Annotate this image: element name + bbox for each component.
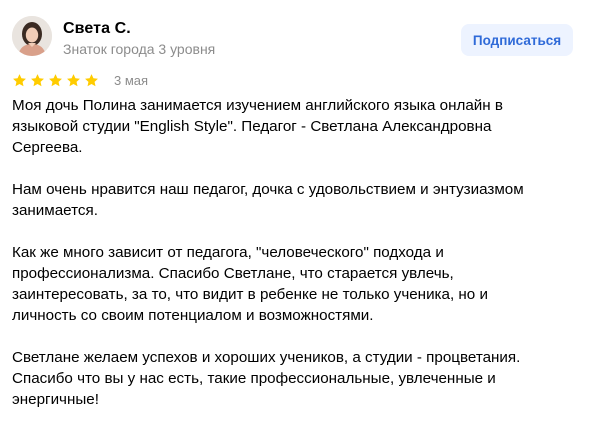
rating-row: 3 мая: [12, 71, 148, 89]
subscribe-button[interactable]: Подписаться: [461, 24, 573, 56]
star-icon: [49, 73, 62, 86]
author-level: Знаток города 3 уровня: [63, 41, 216, 57]
review-paragraph: Как же много зависит от педагога, "челов…: [12, 244, 488, 324]
review-date: 3 мая: [114, 72, 149, 88]
author-name[interactable]: Света С.: [63, 20, 131, 38]
star-icon: [85, 73, 98, 86]
rating-stars: [12, 73, 102, 88]
star-icon: [31, 73, 44, 86]
review-paragraph: Нам очень нравится наш педагог, дочка с …: [12, 181, 524, 219]
user-avatar-photo-icon: [12, 16, 52, 56]
avatar[interactable]: [12, 16, 52, 56]
review-header: Света С. Знаток города 3 уровня Подписат…: [12, 16, 573, 60]
star-icon: [67, 73, 80, 86]
review-paragraph: Моя дочь Полина занимается изучением анг…: [12, 97, 503, 156]
review-paragraph: Светлане желаем успехов и хороших ученик…: [12, 349, 521, 408]
star-icon: [13, 73, 26, 86]
review-text: Моя дочь Полина занимается изучением анг…: [12, 95, 582, 431]
